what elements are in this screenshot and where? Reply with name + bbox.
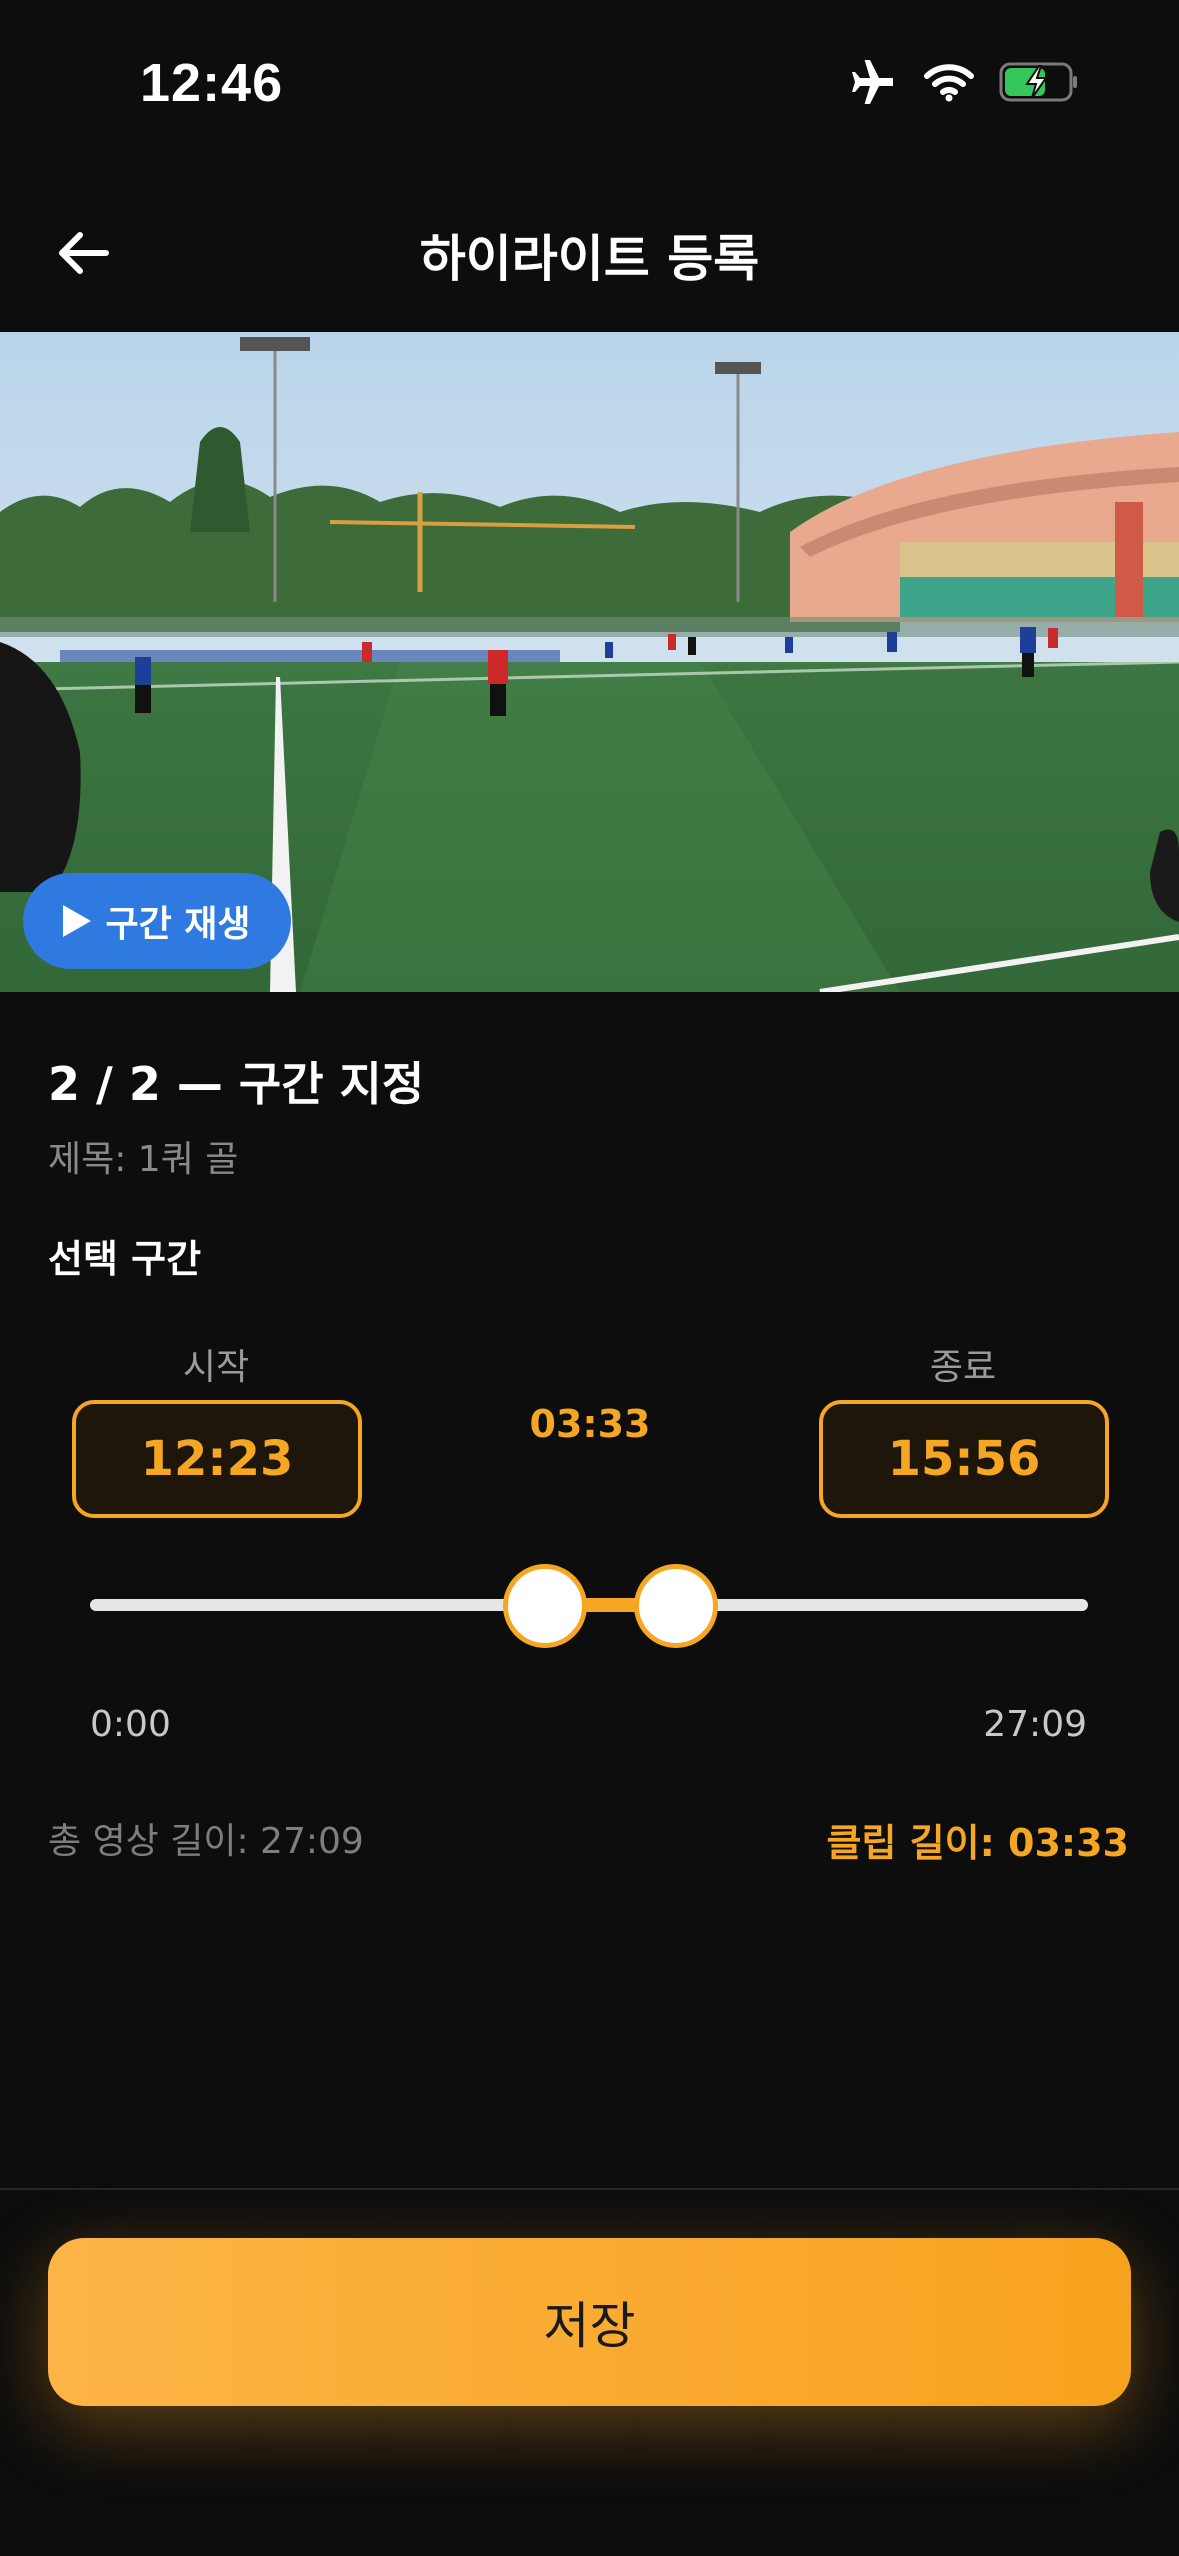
wifi-icon <box>923 62 975 106</box>
save-button[interactable]: 저장 <box>48 2238 1131 2406</box>
status-bar: 12:46 <box>0 0 1179 175</box>
footer-divider <box>0 2188 1179 2190</box>
play-icon <box>63 905 92 937</box>
end-time-box[interactable]: 15:56 <box>819 1400 1109 1518</box>
slider-start-handle[interactable] <box>503 1564 588 1648</box>
selection-label: 선택 구간 <box>48 1237 202 1281</box>
play-segment-button[interactable]: 구간 재생 <box>23 873 291 969</box>
app-header: 하이라이트 등록 <box>0 175 1179 332</box>
clip-title: 제목: 1쿼 골 <box>48 1139 239 1180</box>
total-video-length: 총 영상 길이: 27:09 <box>48 1821 364 1862</box>
status-icons <box>847 58 1079 108</box>
play-segment-label: 구간 재생 <box>105 904 251 945</box>
battery-charging-icon <box>999 61 1079 107</box>
airplane-icon <box>847 58 899 108</box>
segment-duration: 03:33 <box>529 1402 651 1446</box>
start-label: 시작 <box>182 1347 250 1388</box>
slider-max-label: 27:09 <box>983 1704 1087 1745</box>
slider-min-label: 0:00 <box>90 1704 171 1745</box>
status-time: 12:46 <box>140 53 284 113</box>
clip-length: 클립 길이: 03:33 <box>826 1821 1129 1865</box>
end-label: 종료 <box>929 1347 997 1388</box>
start-time-box[interactable]: 12:23 <box>72 1400 362 1518</box>
segment-heading: 2 / 2 — 구간 지정 <box>48 1057 425 1111</box>
range-slider[interactable] <box>90 1560 1088 1650</box>
slider-end-handle[interactable] <box>633 1564 718 1648</box>
page-title: 하이라이트 등록 <box>419 230 760 288</box>
